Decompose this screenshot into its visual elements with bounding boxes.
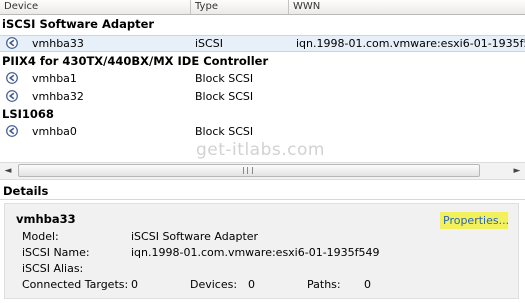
device-cell: vmhba0 (32, 125, 77, 138)
scroll-left-icon[interactable]: ◄ (0, 163, 16, 179)
grip-icon (243, 167, 253, 174)
scrollbar-thumb[interactable] (18, 164, 480, 177)
table-row[interactable]: vmhba32 Block SCSI (0, 88, 525, 105)
group-header: PIIX4 for 430TX/440BX/MX IDE Controller (2, 54, 269, 68)
devices-value: 0 (248, 278, 255, 291)
wwn-cell: iqn.1998-01.com.vmware:esxi6-01-1935f549… (296, 37, 525, 50)
device-cell: vmhba1 (32, 72, 77, 85)
type-cell: Block SCSI (195, 125, 254, 138)
iscsi-alias-label: iSCSI Alias: (22, 262, 84, 275)
table-row[interactable]: vmhba1 Block SCSI (0, 70, 525, 87)
type-cell: iSCSI (195, 37, 223, 50)
device-cell: vmhba32 (32, 90, 84, 103)
column-wwn[interactable]: WWN (289, 0, 525, 14)
group-header: LSI1068 (2, 107, 54, 121)
adapter-name: vmhba33 (16, 212, 76, 226)
paths-label: Paths: (307, 278, 341, 291)
device-cell: vmhba33 (32, 37, 84, 50)
paths-value: 0 (364, 278, 371, 291)
devices-label: Devices: (190, 278, 238, 291)
column-header: Device Type WWN (0, 0, 525, 15)
column-type[interactable]: Type (191, 0, 288, 14)
table-row[interactable]: vmhba0 Block SCSI (0, 123, 525, 140)
adapter-icon (6, 37, 18, 49)
divider (0, 199, 525, 200)
properties-link[interactable]: Properties... (440, 212, 509, 229)
model-value: iSCSI Software Adapter (131, 230, 259, 243)
details-heading: Details (3, 184, 49, 198)
horizontal-scrollbar[interactable]: ◄ ► (0, 162, 525, 180)
connected-targets-label: Connected Targets: (22, 278, 129, 291)
adapter-icon (6, 90, 18, 102)
iscsi-name-value: iqn.1998-01.com.vmware:esxi6-01-1935f549 (131, 246, 380, 259)
watermark: get-itlabs.com (196, 140, 325, 160)
model-label: Model: (22, 230, 59, 243)
adapter-icon (6, 125, 18, 137)
scroll-right-icon[interactable]: ► (509, 163, 525, 179)
type-cell: Block SCSI (195, 72, 254, 85)
connected-targets-value: 0 (131, 278, 138, 291)
column-device[interactable]: Device (0, 0, 190, 14)
iscsi-name-label: iSCSI Name: (22, 246, 90, 259)
table-row[interactable]: vmhba33 iSCSI iqn.1998-01.com.vmware:esx… (0, 35, 525, 52)
adapter-icon (6, 72, 18, 84)
type-cell: Block SCSI (195, 90, 254, 103)
group-header: iSCSI Software Adapter (2, 17, 155, 31)
